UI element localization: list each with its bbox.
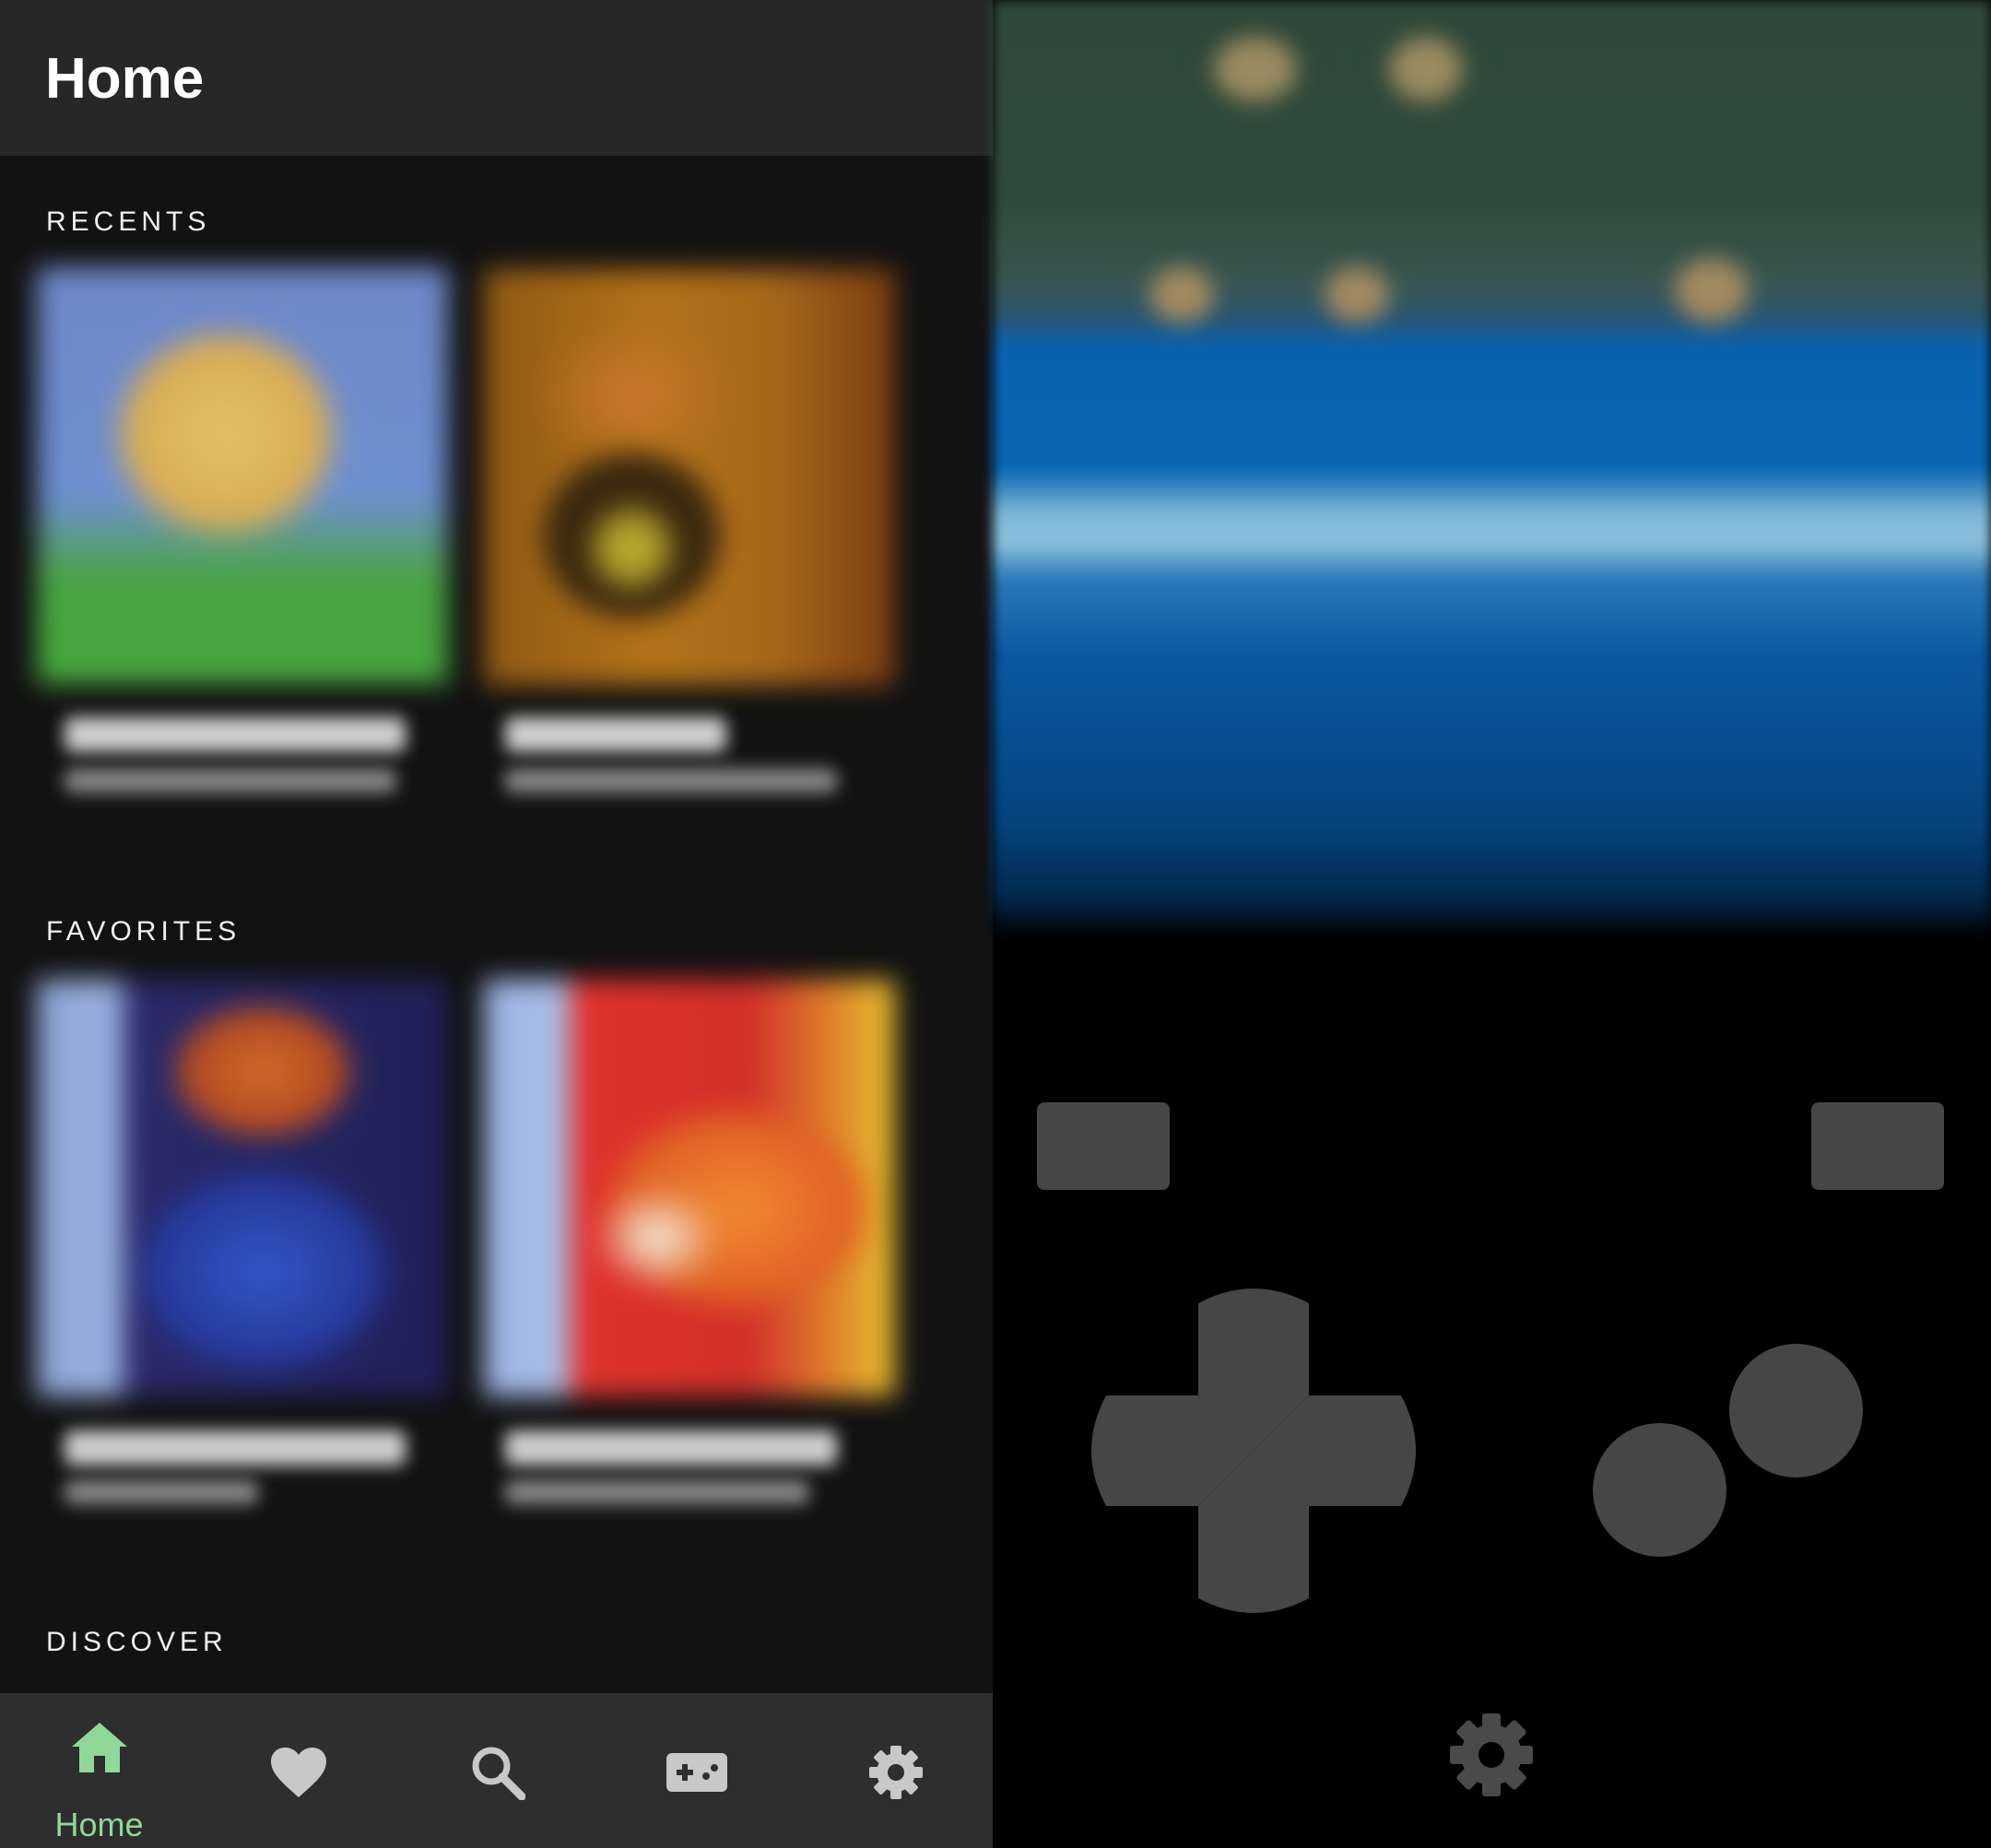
nav-item-home[interactable]: Home (0, 1693, 198, 1848)
nav-item-systems[interactable] (597, 1693, 795, 1848)
gamepad-icon (666, 1753, 727, 1792)
game-sprite (1149, 267, 1214, 323)
game-sprite (1214, 37, 1297, 101)
favorite-game-title-1 (65, 1430, 406, 1465)
section-title-favorites: FAVORITES (46, 916, 242, 947)
recent-game-subtitle-1 (65, 769, 396, 793)
nav-item-search[interactable] (398, 1693, 596, 1848)
game-sprite (1675, 258, 1749, 323)
favorite-game-cover-1[interactable] (37, 980, 448, 1396)
recent-game-title-2 (505, 717, 726, 752)
favorite-game-subtitle-2 (505, 1480, 809, 1504)
library-app: Home RECENTS FAVORITES DISCOVER Home (0, 0, 993, 1848)
recent-game-cover-1[interactable] (37, 267, 448, 684)
top-app-bar: Home (0, 0, 993, 156)
a-button[interactable] (1729, 1344, 1863, 1477)
game-sprite (1325, 267, 1389, 323)
section-title-recents: RECENTS (46, 206, 211, 237)
game-sprite (1389, 37, 1463, 101)
b-button[interactable] (1593, 1423, 1726, 1557)
nav-label-home: Home (54, 1806, 144, 1843)
bottom-navigation: Home (0, 1693, 993, 1848)
page-title: Home (45, 47, 205, 111)
section-title-discover: DISCOVER (46, 1627, 228, 1657)
recent-game-subtitle-2 (505, 769, 837, 793)
gear-icon (869, 1746, 923, 1799)
recent-game-cover-2[interactable] (484, 269, 895, 686)
recent-game-title-1 (65, 717, 406, 752)
start-button[interactable] (1811, 1102, 1944, 1190)
nav-item-favorites[interactable] (199, 1693, 397, 1848)
favorite-game-subtitle-1 (65, 1480, 258, 1504)
game-screen[interactable] (993, 0, 1991, 936)
emulator-menu-gear-icon[interactable] (1449, 1713, 1534, 1797)
nav-item-settings[interactable] (796, 1693, 995, 1848)
heart-icon (271, 1748, 326, 1797)
favorite-game-title-2 (505, 1430, 837, 1465)
select-button[interactable] (1037, 1102, 1170, 1190)
dpad (1091, 1289, 1416, 1613)
favorite-game-cover-2[interactable] (484, 980, 895, 1396)
split-screen: Home RECENTS FAVORITES DISCOVER Home (0, 0, 1991, 1848)
home-icon (72, 1723, 127, 1772)
search-icon (472, 1747, 525, 1800)
